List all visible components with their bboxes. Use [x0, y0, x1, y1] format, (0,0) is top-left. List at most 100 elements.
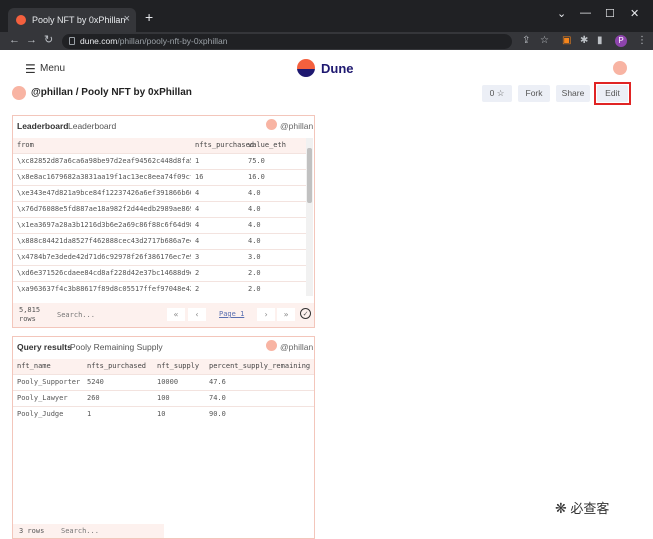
table-scrollbar[interactable] — [306, 138, 313, 296]
menu-label[interactable]: Menu — [40, 63, 65, 74]
dune-favicon-icon — [16, 15, 26, 25]
first-page-icon[interactable]: « — [167, 308, 185, 321]
cell-value: 75.0 — [244, 152, 306, 169]
star-button[interactable]: 0 ☆ — [482, 85, 512, 102]
window-close-icon[interactable]: ✕ — [630, 7, 639, 20]
new-tab-icon[interactable]: + — [145, 10, 153, 24]
browser-titlebar: Pooly NFT by 0xPhillan × + ⌄ — ☐ ✕ — [0, 0, 653, 32]
cell-value: 90.0 — [205, 405, 314, 422]
column-header[interactable]: percent_supply_remaining — [205, 359, 314, 374]
cell-value: 5240 — [83, 373, 153, 390]
table-row: \x1ea3697a28a3b1216d3b6e2a69c86f88c6f64d… — [13, 216, 306, 233]
browser-tab[interactable]: Pooly NFT by 0xPhillan × — [8, 8, 136, 32]
cell-address: \x4784b7e3dede42d71d6c92978f26f386176ec7… — [13, 248, 191, 265]
leaderboard-table: from nfts_purchased value_eth \xc82852d8… — [13, 138, 306, 297]
owner-avatar — [266, 119, 277, 130]
column-header[interactable]: nfts_purchased — [83, 359, 153, 374]
cell-value: 47.6 — [205, 373, 314, 390]
table-row: Pooly_Lawyer 260 100 74.0 — [13, 389, 314, 406]
dune-brand[interactable]: Dune — [321, 61, 354, 76]
table-row: \x76d76088e5fd887ae18a982f2d44edb2989ae8… — [13, 200, 306, 217]
forward-icon[interactable]: → — [26, 34, 37, 47]
cell-value: 10 — [153, 405, 205, 422]
cell-value: 4 — [191, 216, 244, 233]
tab-search-chevron-icon[interactable]: ⌄ — [557, 7, 566, 20]
table-row: \x888c84421da8527f462888cec43d2717b686a7… — [13, 232, 306, 249]
query-results-table: nft_name nfts_purchased nft_supply perce… — [13, 359, 314, 422]
hamburger-menu-icon[interactable]: ☰ — [25, 62, 36, 76]
side-panel-icon[interactable]: ▮ — [597, 35, 603, 47]
row-count: 3 rows — [19, 527, 45, 535]
column-header[interactable]: from — [13, 138, 191, 153]
cell-value: 2 — [191, 280, 244, 297]
cell-value: 260 — [83, 389, 153, 406]
lock-icon — [69, 37, 75, 45]
owner-avatar — [266, 340, 277, 351]
query-results-panel: Query results Pooly Remaining Supply @ph… — [12, 336, 315, 539]
tab-close-icon[interactable]: × — [124, 13, 130, 25]
minimize-icon[interactable]: — — [580, 7, 591, 19]
page-indicator[interactable]: Page 1 — [219, 310, 244, 318]
reload-icon[interactable]: ↻ — [44, 34, 53, 47]
watermark-text: 必查客 — [570, 501, 610, 516]
fork-button[interactable]: Fork — [518, 85, 550, 102]
leaderboard-panel: Leaderboard Leaderboard @phillan from nf… — [12, 115, 315, 328]
cell-name: Pooly_Judge — [13, 405, 83, 422]
table-row: \xd6e371526cdaee84cd8af228d42e37bc14688d… — [13, 264, 306, 281]
cell-address: \xa963637f4c3b88617f89d8c05517ffef97048e… — [13, 280, 191, 297]
maximize-icon[interactable]: ☐ — [605, 7, 615, 20]
cell-value: 10000 — [153, 373, 205, 390]
cell-value: 4.0 — [244, 216, 306, 233]
prev-page-icon[interactable]: ‹ — [188, 308, 206, 321]
table-footer: 5,815 rows « ‹ Page 1 › » ✓ — [13, 303, 314, 327]
table-search-input[interactable] — [53, 308, 163, 321]
column-header[interactable]: nft_supply — [153, 359, 205, 374]
panel-title[interactable]: Pooly Remaining Supply — [70, 342, 163, 352]
cell-value: 2.0 — [244, 280, 306, 297]
last-page-icon[interactable]: » — [277, 308, 295, 321]
panel-owner[interactable]: @phillan — [280, 342, 313, 352]
share-button[interactable]: Share — [556, 85, 590, 102]
next-page-icon[interactable]: › — [257, 308, 275, 321]
page-title: @phillan / Pooly NFT by 0xPhillan — [31, 87, 192, 98]
cell-value: 4 — [191, 232, 244, 249]
scrollbar-thumb[interactable] — [307, 148, 312, 203]
browser-navbar: ← → ↻ dune.com/phillan/pooly-nft-by-0xph… — [0, 32, 653, 50]
panel-title[interactable]: Leaderboard — [68, 121, 116, 131]
cell-value: 4.0 — [244, 232, 306, 249]
cell-value: 4 — [191, 184, 244, 201]
bookmark-star-icon[interactable]: ☆ — [540, 35, 549, 47]
cell-value: 4 — [191, 200, 244, 217]
profile-avatar[interactable]: P — [615, 35, 627, 47]
cell-value: 1 — [83, 405, 153, 422]
panel-owner[interactable]: @phillan — [280, 121, 313, 131]
cell-value: 4.0 — [244, 200, 306, 217]
chrome-menu-icon[interactable]: ⋮ — [637, 35, 647, 47]
panel-header: Query results Pooly Remaining Supply @ph… — [13, 337, 314, 355]
edit-highlight-outline — [594, 82, 631, 105]
cell-address: \x888c84421da8527f462888cec43d2717b686a7… — [13, 232, 191, 249]
panel-type-label: Query results — [17, 342, 72, 352]
back-icon[interactable]: ← — [9, 34, 20, 47]
user-avatar[interactable] — [613, 61, 627, 75]
table-footer: 3 rows — [13, 524, 164, 538]
panel-header: Leaderboard Leaderboard @phillan — [13, 116, 314, 134]
table-row: Pooly_Supporter 5240 10000 47.6 — [13, 373, 314, 390]
cell-address: \x8e8ac1679682a3831aa19f1ac13ec8eea74f09… — [13, 168, 191, 185]
cell-value: 3 — [191, 248, 244, 265]
column-header[interactable]: value_eth — [244, 138, 306, 153]
cell-name: Pooly_Supporter — [13, 373, 83, 390]
dune-logo-icon[interactable] — [297, 59, 315, 77]
extensions-puzzle-icon[interactable]: ✱ — [580, 35, 588, 47]
checkmark-icon: ✓ — [300, 308, 311, 319]
column-header[interactable]: nft_name — [13, 359, 83, 374]
table-search-input[interactable] — [57, 525, 157, 537]
table-row: \xa963637f4c3b88617f89d8c05517ffef97048e… — [13, 280, 306, 297]
column-header[interactable]: nfts_purchased — [191, 138, 254, 153]
share-icon[interactable]: ⇪ — [522, 35, 530, 47]
cell-address: \xe343e47d821a9bce84f12237426a6ef391866b… — [13, 184, 191, 201]
owner-avatar — [12, 86, 26, 100]
wechat-icon: ❋ — [555, 500, 567, 516]
metamask-extension-icon[interactable]: ▣ — [562, 35, 571, 47]
address-bar[interactable]: dune.com/phillan/pooly-nft-by-0xphillan — [62, 34, 512, 49]
